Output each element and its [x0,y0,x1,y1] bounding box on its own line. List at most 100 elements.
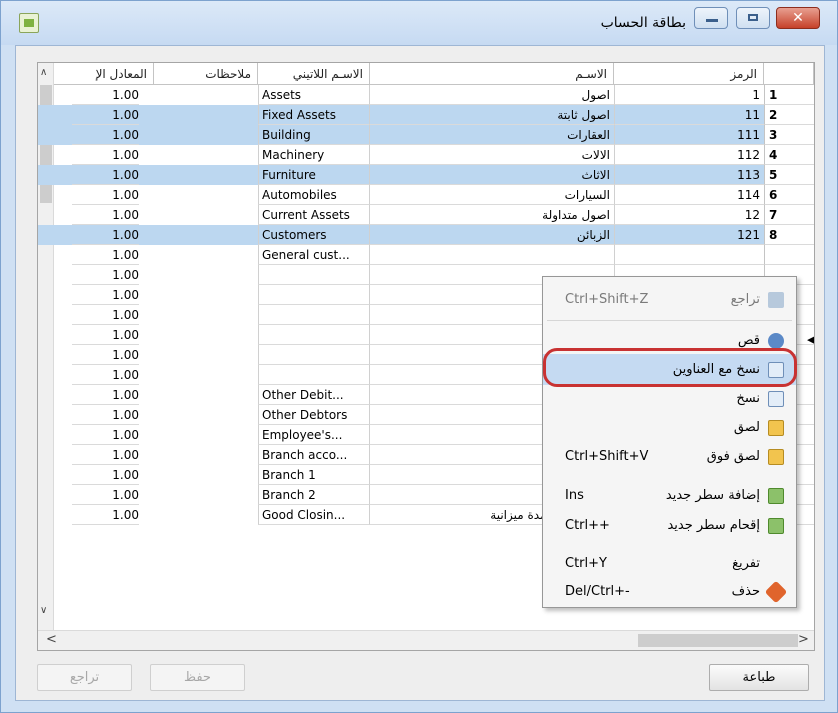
cell-equivalent[interactable]: 1.00 [72,325,139,345]
undo-button[interactable]: تراجع [37,664,132,691]
scroll-right-icon[interactable]: > [798,632,809,647]
cell-latin-name[interactable]: Fixed Assets [258,105,370,125]
cell-name[interactable]: اصول متداولة [370,205,614,225]
table-row[interactable]: 1.00 Assets اصول 1 1 [38,85,814,105]
cell-equivalent[interactable]: 1.00 [72,305,139,325]
cell-name[interactable]: اصول [370,85,614,105]
cell-latin-name[interactable] [258,365,370,385]
cell-latin-name[interactable]: Building [258,125,370,145]
cell-latin-name[interactable]: Other Debit... [258,385,370,405]
menu-item-undo[interactable]: تراجع Ctrl+Shift+Z [543,284,796,315]
col-header-code[interactable]: الرمز [614,63,764,85]
cell-equivalent[interactable]: 1.00 [72,385,139,405]
cell-code[interactable]: 121 [614,225,764,245]
cell-equivalent[interactable]: 1.00 [72,425,139,445]
cell-equivalent[interactable]: 1.00 [72,245,139,265]
cell-latin-name[interactable] [258,345,370,365]
col-header-notes[interactable]: ملاحظات [154,63,258,85]
cell-equivalent[interactable]: 1.00 [72,365,139,385]
table-row[interactable]: 1.00 Customers الزبائن 121 8 [38,225,814,245]
scroll-up-icon[interactable]: ∧ [40,67,47,78]
cell-latin-name[interactable]: Branch 2 [258,485,370,505]
cell-latin-name[interactable]: Customers [258,225,370,245]
col-header-equivalent[interactable]: المعادل الإ [54,63,154,85]
cell-equivalent[interactable]: 1.00 [72,485,139,505]
cell-code[interactable] [614,245,764,265]
cell-code[interactable]: 11 [614,105,764,125]
menu-item-clear[interactable]: تفريغ Ctrl+Y [543,548,796,579]
cell-latin-name[interactable]: Current Assets [258,205,370,225]
cell-code[interactable]: 111 [614,125,764,145]
cell-latin-name[interactable]: Other Debtors [258,405,370,425]
cell-latin-name[interactable] [258,285,370,305]
cell-name[interactable]: اصول ثابتة [370,105,614,125]
cell-code[interactable]: 114 [614,185,764,205]
cell-name[interactable]: الزبائن [370,225,614,245]
cell-row-number[interactable]: 5 [764,165,814,185]
cell-equivalent[interactable]: 1.00 [72,345,139,365]
cell-equivalent[interactable]: 1.00 [72,125,139,145]
cell-row-number[interactable] [764,245,814,265]
menu-item-copy-with-headers[interactable]: نسخ مع العناوين [543,354,796,385]
cell-equivalent[interactable]: 1.00 [72,165,139,185]
menu-item-delete[interactable]: حذف Del/Ctrl+- [543,576,796,607]
cell-equivalent[interactable]: 1.00 [72,105,139,125]
cell-equivalent[interactable]: 1.00 [72,465,139,485]
horizontal-scrollbar[interactable]: < > [38,630,814,650]
cell-latin-name[interactable] [258,305,370,325]
menu-item-cut[interactable]: قص [543,325,796,356]
cell-row-number[interactable]: 4 [764,145,814,165]
close-button[interactable]: ✕ [776,7,820,29]
scroll-down-icon[interactable]: ∨ [40,605,47,616]
cell-code[interactable]: 113 [614,165,764,185]
cell-latin-name[interactable]: Branch 1 [258,465,370,485]
table-row[interactable]: 1.00 Building العقارات 111 3 [38,125,814,145]
menu-item-paste[interactable]: لصق [543,412,796,443]
cell-equivalent[interactable]: 1.00 [72,265,139,285]
cell-latin-name[interactable] [258,265,370,285]
cell-code[interactable]: 1 [614,85,764,105]
cell-latin-name[interactable]: Employee's... [258,425,370,445]
cell-name[interactable] [370,245,614,265]
cell-name[interactable]: العقارات [370,125,614,145]
cell-equivalent[interactable]: 1.00 [72,85,139,105]
cell-latin-name[interactable]: Automobiles [258,185,370,205]
cell-row-number[interactable]: 8 [764,225,814,245]
cell-equivalent[interactable]: 1.00 [72,205,139,225]
table-row[interactable]: 1.00 Furniture الاثاث 113 5 [38,165,814,185]
cell-latin-name[interactable]: General cust... [258,245,370,265]
cell-equivalent[interactable]: 1.00 [72,185,139,205]
minimize-button[interactable] [694,7,728,29]
cell-row-number[interactable]: 3 [764,125,814,145]
maximize-button[interactable] [736,7,770,29]
cell-row-number[interactable]: 2 [764,105,814,125]
menu-item-copy[interactable]: نسخ [543,383,796,414]
cell-latin-name[interactable] [258,325,370,345]
cell-equivalent[interactable]: 1.00 [72,405,139,425]
cell-latin-name[interactable]: Assets [258,85,370,105]
cell-equivalent[interactable]: 1.00 [72,505,139,525]
cell-latin-name[interactable]: Branch acco... [258,445,370,465]
scroll-left-icon[interactable]: < [46,632,57,647]
cell-name[interactable]: السيارات [370,185,614,205]
table-row[interactable]: 1.00 Fixed Assets اصول ثابتة 11 2 [38,105,814,125]
cell-equivalent[interactable]: 1.00 [72,225,139,245]
menu-item-paste-over[interactable]: لصق فوق Ctrl+Shift+V [543,441,796,472]
table-row[interactable]: 1.00 Machinery الالات 112 4 [38,145,814,165]
cell-latin-name[interactable]: Machinery [258,145,370,165]
table-row[interactable]: 1.00 General cust... [38,245,814,265]
cell-equivalent[interactable]: 1.00 [72,285,139,305]
cell-row-number[interactable]: 7 [764,205,814,225]
cell-row-number[interactable]: 1 [764,85,814,105]
cell-latin-name[interactable]: Furniture [258,165,370,185]
cell-code[interactable]: 12 [614,205,764,225]
table-row[interactable]: 1.00 Automobiles السيارات 114 6 [38,185,814,205]
menu-item-add-row[interactable]: إضافة سطر جديد Ins [543,480,796,511]
cell-name[interactable]: الالات [370,145,614,165]
cell-name[interactable]: الاثاث [370,165,614,185]
col-header-name[interactable]: الاسـم [370,63,614,85]
cell-latin-name[interactable]: Good Closin... [258,505,370,525]
cell-row-number[interactable]: 6 [764,185,814,205]
table-row[interactable]: 1.00 Current Assets اصول متداولة 12 7 [38,205,814,225]
save-button[interactable]: حفظ [150,664,245,691]
